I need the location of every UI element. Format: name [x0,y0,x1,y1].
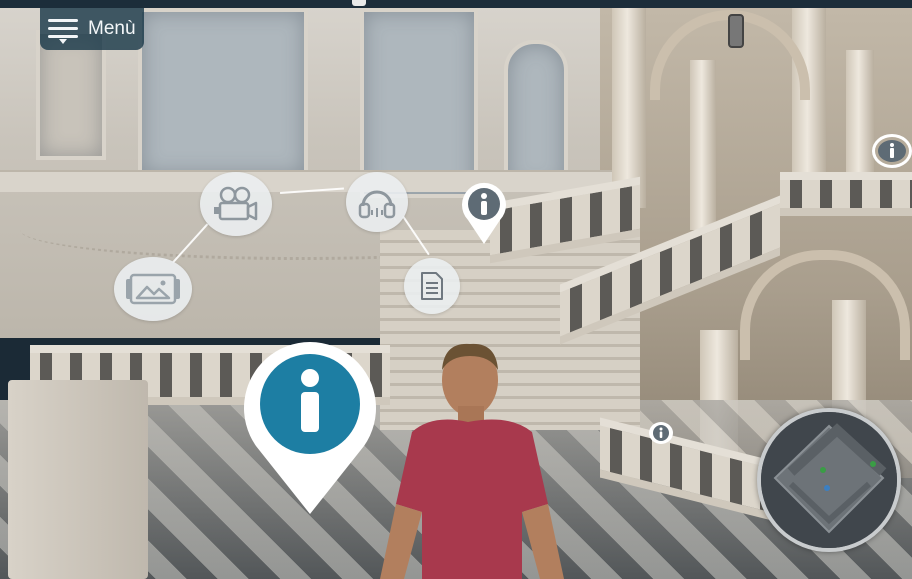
video-button[interactable] [200,172,272,236]
image-gallery-button[interactable] [114,257,192,321]
game-viewport[interactable]: Menù [0,0,912,579]
document-button[interactable] [404,258,460,314]
pillar-base [8,380,148,579]
stucco-panel [504,40,568,190]
stucco-panel [138,8,308,178]
cornice [0,170,620,192]
video-camera-icon [214,186,258,221]
minimap-map [761,412,897,548]
info-badge-far-right[interactable] [872,134,912,168]
document-icon [421,272,443,300]
column [846,50,874,190]
headphones-icon [358,190,396,219]
info-pin-small[interactable] [460,180,508,246]
image-icon [126,273,180,305]
menu-label: Menù [88,18,136,39]
info-badge-stairs[interactable] [649,422,673,444]
hamburger-menu-icon [48,18,78,44]
audio-guide-button[interactable] [346,172,408,232]
title-fragment [352,0,366,6]
top-bar [0,0,912,8]
info-icon [653,425,669,441]
info-pin-large[interactable] [242,342,378,518]
info-icon [878,140,906,162]
minimap[interactable] [757,408,901,552]
balustrade [780,172,912,216]
menu-button[interactable]: Menù [40,8,144,50]
hanging-lantern [728,14,744,48]
player-avatar [380,343,564,579]
